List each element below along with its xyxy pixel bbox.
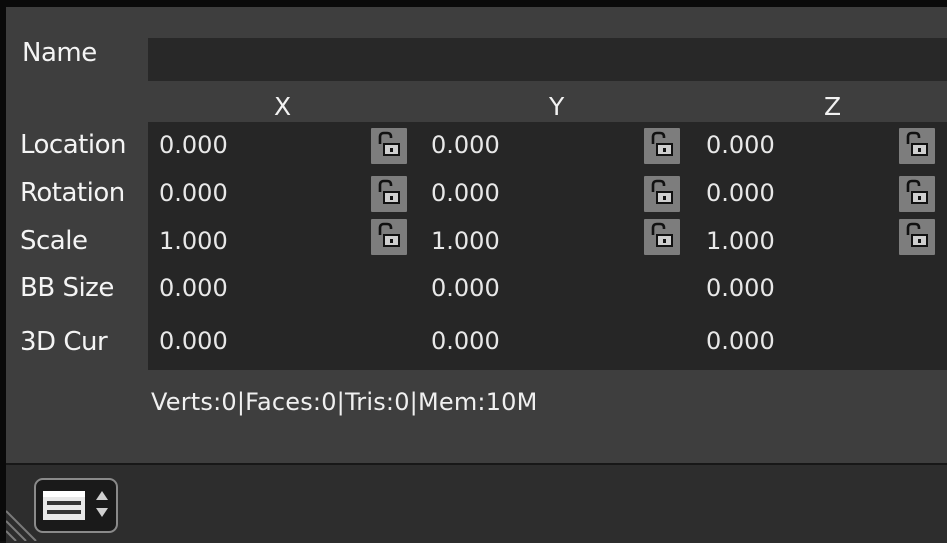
axis-y-header: Y (549, 92, 565, 121)
cursor-z-field[interactable]: 0.000 (706, 327, 775, 355)
panel-menu-icon (43, 491, 108, 520)
lock-icon[interactable] (644, 128, 680, 164)
lock-icon[interactable] (644, 219, 680, 255)
lock-icon[interactable] (899, 219, 935, 255)
location-x-field[interactable]: 0.000 (159, 131, 228, 159)
axis-x-header: X (274, 92, 292, 121)
lock-icon[interactable] (899, 128, 935, 164)
scale-y-field[interactable]: 1.000 (431, 227, 500, 255)
location-y-field[interactable]: 0.000 (431, 131, 500, 159)
row-label-location: Location (20, 130, 126, 160)
rotation-y-field[interactable]: 0.000 (431, 179, 500, 207)
rotation-z-field[interactable]: 0.000 (706, 179, 775, 207)
transform-grid (148, 122, 947, 370)
bb-size-x-value: 0.000 (159, 274, 228, 302)
name-label: Name (22, 38, 97, 68)
row-label-rotation: Rotation (20, 178, 125, 208)
bb-size-z-value: 0.000 (706, 274, 775, 302)
lock-icon[interactable] (371, 219, 407, 255)
lock-icon[interactable] (899, 176, 935, 212)
location-z-field[interactable]: 0.000 (706, 131, 775, 159)
row-label-scale: Scale (20, 226, 88, 256)
name-field[interactable] (148, 38, 947, 81)
lock-icon[interactable] (371, 128, 407, 164)
scale-x-field[interactable]: 1.000 (159, 227, 228, 255)
axis-z-header: Z (824, 92, 842, 121)
bb-size-y-value: 0.000 (431, 274, 500, 302)
rotation-x-field[interactable]: 0.000 (159, 179, 228, 207)
cursor-x-field[interactable]: 0.000 (159, 327, 228, 355)
lock-icon[interactable] (371, 176, 407, 212)
properties-panel: Name X Y Z Location 0.000 0.000 0.000 Ro… (0, 0, 947, 541)
panel-menu-button[interactable] (34, 478, 118, 533)
cursor-y-field[interactable]: 0.000 (431, 327, 500, 355)
row-label-3d-cursor: 3D Cur (20, 327, 108, 357)
lock-icon[interactable] (644, 176, 680, 212)
resize-corner-icon[interactable] (6, 505, 42, 541)
scene-stats: Verts:0|Faces:0|Tris:0|Mem:10M (151, 388, 538, 416)
row-label-bb-size: BB Size (20, 273, 114, 303)
scale-z-field[interactable]: 1.000 (706, 227, 775, 255)
panel-footer (6, 463, 947, 543)
